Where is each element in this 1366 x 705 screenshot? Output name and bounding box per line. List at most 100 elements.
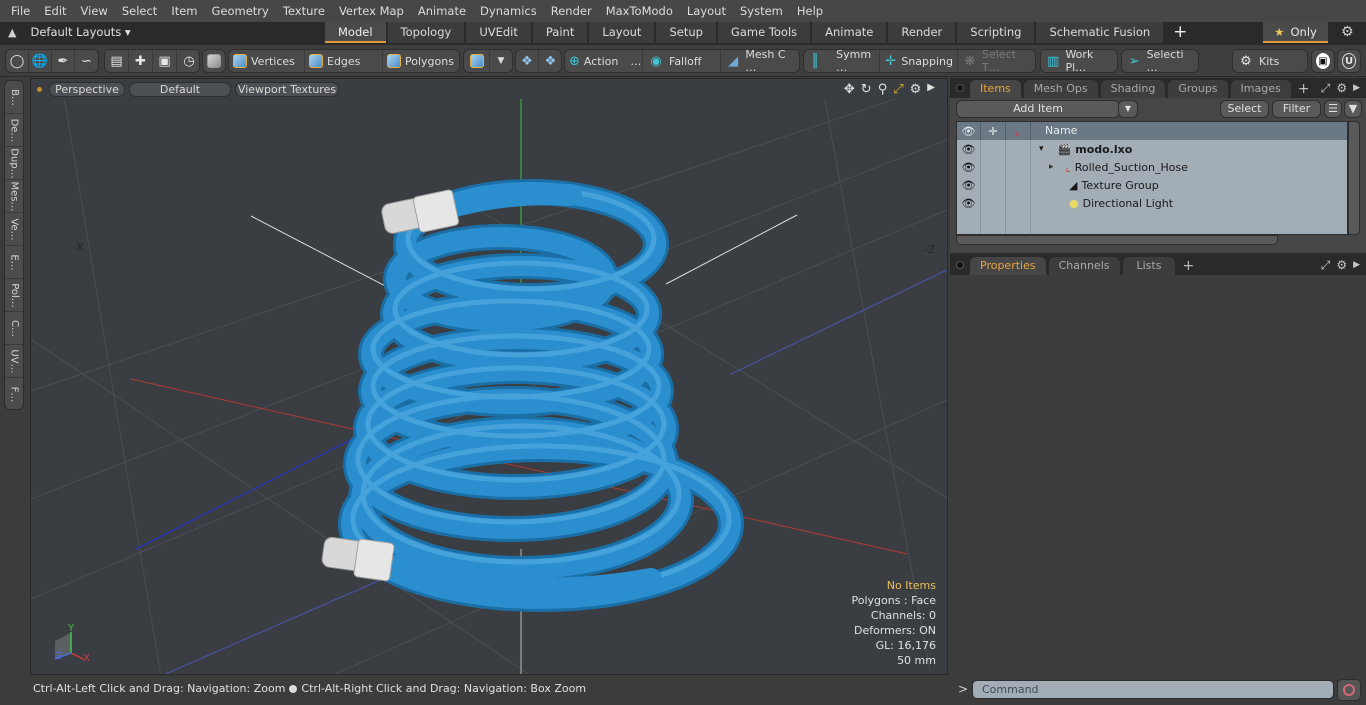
menu-vertex-map[interactable]: Vertex Map xyxy=(332,4,411,18)
add-panel-tab-button[interactable]: + xyxy=(1294,80,1314,98)
tool-tab-deform[interactable]: De… xyxy=(5,114,23,147)
tool-tab-basic[interactable]: B… xyxy=(5,81,23,114)
panel-gear-icon[interactable]: ⚙ xyxy=(1336,81,1347,96)
select-through-button[interactable]: ❋ Select T… xyxy=(958,48,1035,74)
tab-schematic-fusion[interactable]: Schematic Fusion xyxy=(1036,22,1164,43)
tab-groups[interactable]: Groups xyxy=(1168,80,1228,98)
view-mode-dropdown[interactable]: Perspective xyxy=(49,82,125,97)
visibility-column-header[interactable]: 👁 xyxy=(957,122,981,140)
add-tab-button[interactable]: + xyxy=(1165,22,1195,44)
viewport-status-dot[interactable] xyxy=(37,87,42,92)
menu-texture[interactable]: Texture xyxy=(276,4,332,18)
pan-icon[interactable]: ✥ xyxy=(844,82,855,97)
viewport-textures-dropdown[interactable]: Viewport Textures xyxy=(235,82,339,97)
visibility-toggle[interactable]: 👁 xyxy=(957,176,981,194)
tab-model[interactable]: Model xyxy=(325,22,386,43)
curve-tool-button[interactable]: ∽ xyxy=(75,50,98,72)
sphere-tool-button[interactable]: ◯ xyxy=(6,50,29,72)
panel-dot-icon[interactable] xyxy=(956,261,964,269)
list-options-button[interactable]: ☰ xyxy=(1324,100,1342,118)
tab-layout[interactable]: Layout xyxy=(589,22,655,43)
world-align-button[interactable]: ❖ xyxy=(539,50,562,72)
panel-dot-icon[interactable] xyxy=(956,84,964,92)
visibility-toggle[interactable]: 👁 xyxy=(957,194,981,212)
add-item-button[interactable]: Add Item xyxy=(956,100,1120,118)
menu-animate[interactable]: Animate xyxy=(411,4,473,18)
item-mode-button[interactable] xyxy=(203,50,225,72)
menu-system[interactable]: System xyxy=(733,4,790,18)
tab-items[interactable]: Items xyxy=(970,80,1021,98)
mode-dropdown-button[interactable]: ▼ xyxy=(490,50,512,72)
tool-tab-edge[interactable]: E… xyxy=(5,246,23,279)
frame-tool-button[interactable]: ▣ xyxy=(153,50,177,72)
selection-sets-button[interactable]: ➢ Selecti … xyxy=(1122,48,1198,74)
layouts-dropdown[interactable]: ▲ Default Layouts ▾ xyxy=(8,25,131,39)
select-button[interactable]: Select xyxy=(1220,100,1269,118)
kits-button[interactable]: ⚙ Kits xyxy=(1233,50,1307,72)
tab-images[interactable]: Images xyxy=(1230,80,1291,98)
tab-paint[interactable]: Paint xyxy=(532,22,588,43)
unreal-kit-button[interactable]: U xyxy=(1338,50,1360,72)
funnel-filter-button[interactable]: ▼ xyxy=(1344,100,1362,118)
rotate-icon[interactable]: ↻ xyxy=(861,82,872,97)
viewport-gear-icon[interactable]: ⚙ xyxy=(910,82,922,97)
tab-game-tools[interactable]: Game Tools xyxy=(717,22,811,43)
tree-vertical-scrollbar[interactable] xyxy=(1348,121,1360,235)
record-macro-button[interactable] xyxy=(1337,679,1361,701)
tool-tab-uv[interactable]: UV… xyxy=(5,345,23,378)
type-column-header[interactable]: ⌞ xyxy=(1006,122,1031,140)
menu-view[interactable]: View xyxy=(74,4,115,18)
tab-lists[interactable]: Lists xyxy=(1122,257,1176,275)
menu-edit[interactable]: Edit xyxy=(37,4,73,18)
visibility-toggle[interactable]: 👁 xyxy=(957,140,981,158)
uv-unwrap-button[interactable]: ✚ xyxy=(129,50,153,72)
tab-mesh-ops[interactable]: Mesh Ops xyxy=(1023,80,1098,98)
tree-horizontal-scrollbar[interactable] xyxy=(956,235,1278,245)
tab-shading[interactable]: Shading xyxy=(1100,80,1166,98)
menu-select[interactable]: Select xyxy=(115,4,164,18)
tab-render[interactable]: Render xyxy=(888,22,956,43)
falloff-button[interactable]: ◉ Falloff xyxy=(643,50,721,72)
menu-render[interactable]: Render xyxy=(544,4,599,18)
panel-arrow-icon[interactable]: ▶ xyxy=(1353,258,1360,273)
snapping-button[interactable]: ✛ Snapping xyxy=(880,50,958,72)
material-mode-button[interactable] xyxy=(464,50,490,72)
menu-geometry[interactable]: Geometry xyxy=(205,4,276,18)
mesh-constraint-button[interactable]: ◢ Mesh C … xyxy=(721,48,799,74)
tool-tab-duplicate[interactable]: Dup… xyxy=(5,147,23,180)
tool-tab-vertex[interactable]: Ve… xyxy=(5,213,23,246)
menu-maxtomodo[interactable]: MaxToModo xyxy=(599,4,680,18)
command-input[interactable]: Command xyxy=(972,680,1334,699)
tab-topology[interactable]: Topology xyxy=(387,22,465,43)
collapse-arrow-icon[interactable]: ▲ xyxy=(8,26,16,39)
tool-tab-polygon[interactable]: Pol… xyxy=(5,279,23,312)
lock-column-header[interactable]: ✛ xyxy=(981,122,1006,140)
tab-setup[interactable]: Setup xyxy=(656,22,716,43)
menu-dynamics[interactable]: Dynamics xyxy=(473,4,544,18)
action-center-button[interactable]: ⊕ Action… xyxy=(565,50,643,72)
view-align-button[interactable]: ❖ xyxy=(516,50,539,72)
zoom-icon[interactable]: ⚲ xyxy=(878,82,888,97)
panel-gear-icon[interactable]: ⚙ xyxy=(1336,258,1347,273)
expand-arrow-icon[interactable]: ▶ xyxy=(927,82,935,97)
symmetry-button[interactable]: ║ Symm … xyxy=(804,48,880,74)
work-plane-button[interactable]: ▥ Work Pl… xyxy=(1041,48,1117,74)
tree-row-mesh[interactable]: 👁 ▸ ⌞ Rolled_Suction_Hose xyxy=(957,158,1347,176)
pen-tool-button[interactable]: ✒ xyxy=(52,50,75,72)
filter-button[interactable]: Filter xyxy=(1272,100,1321,118)
tab-animate[interactable]: Animate xyxy=(812,22,887,43)
tab-channels[interactable]: Channels xyxy=(1048,257,1120,275)
bevel-tool-button[interactable]: ▤ xyxy=(105,50,129,72)
only-toggle[interactable]: ★ Only xyxy=(1263,22,1328,43)
polygons-mode-button[interactable]: Polygons xyxy=(383,50,459,72)
modo-kit-button[interactable]: ▣ xyxy=(1312,50,1334,72)
tool-tab-curve[interactable]: C… xyxy=(5,312,23,345)
panel-arrow-icon[interactable]: ▶ xyxy=(1353,81,1360,96)
gauge-tool-button[interactable]: ◷ xyxy=(177,50,201,72)
3d-viewport[interactable]: -X -Z Y X Z Perspective Default Viewport… xyxy=(30,78,948,675)
visibility-toggle[interactable]: 👁 xyxy=(957,158,981,176)
add-panel-tab-button[interactable]: + xyxy=(1178,257,1198,275)
expand-toggle[interactable]: ▸ xyxy=(1049,162,1054,172)
maximize-panel-icon[interactable]: ⤢ xyxy=(1321,81,1331,96)
tree-row-texture-group[interactable]: 👁 ◢ Texture Group xyxy=(957,176,1347,194)
